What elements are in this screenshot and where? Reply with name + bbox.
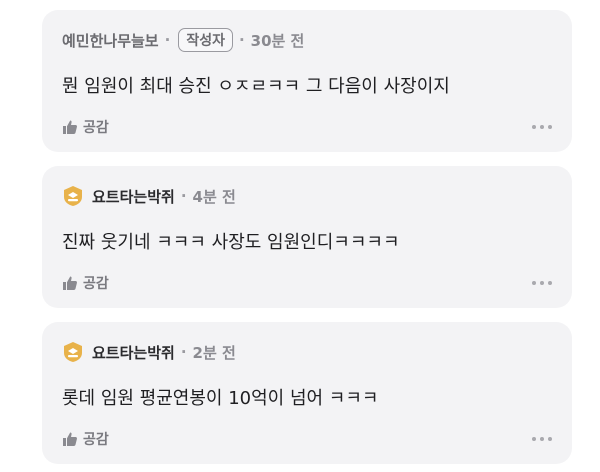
separator-dot: · [164,31,171,49]
level-badge-icon [64,342,82,362]
separator-dot: · [238,31,245,49]
separator-dot: · [180,343,187,361]
comment-meta: 예민한나무늘보 · 작성자 · 30분 전 [62,28,304,52]
separator-dot: · [180,187,187,205]
author-badge: 작성자 [178,28,233,52]
thumbs-up-icon [63,432,77,446]
like-label: 공감 [83,432,109,448]
thumbs-up-icon [63,276,77,290]
level-badge-icon [64,186,82,206]
like-label: 공감 [83,120,109,136]
comment-time: 2분 전 [192,343,236,362]
comment-meta: 요트타는박쥐 · 2분 전 [62,340,236,364]
comment-time: 4분 전 [192,187,236,206]
like-button[interactable]: 공감 [62,117,109,137]
like-button[interactable]: 공감 [62,429,109,449]
comment-author[interactable]: 요트타는박쥐 [92,186,175,207]
comment-text: 진짜 웃기네 ㅋㅋㅋ 사장도 임원인디ㅋㅋㅋㅋ [62,232,400,253]
like-label: 공감 [83,276,109,292]
comment-author[interactable]: 요트타는박쥐 [92,342,175,363]
comment-time: 30분 전 [250,31,305,50]
comment-meta: 요트타는박쥐 · 4분 전 [62,184,236,208]
comment-thread: 예민한나무늘보 · 작성자 · 30분 전 뭔 임원이 최대 승진 ㅇㅈㄹㅋㅋ … [0,0,600,472]
comment-card: 요트타는박쥐 · 4분 전 진짜 웃기네 ㅋㅋㅋ 사장도 임원인디ㅋㅋㅋㅋ 공감 [42,166,572,308]
comment-card: 요트타는박쥐 · 2분 전 롯데 임원 평균연봉이 10억이 넘어 ㅋㅋㅋ 공감 [42,322,572,464]
comment-footer: 공감 [62,272,554,294]
like-button[interactable]: 공감 [62,273,109,293]
comment-footer: 공감 [62,428,554,450]
more-options-icon[interactable] [530,277,554,289]
comment-card: 예민한나무늘보 · 작성자 · 30분 전 뭔 임원이 최대 승진 ㅇㅈㄹㅋㅋ … [42,10,572,152]
thumbs-up-icon [63,120,77,134]
comment-text: 롯데 임원 평균연봉이 10억이 넘어 ㅋㅋㅋ [62,388,379,409]
comment-footer: 공감 [62,116,554,138]
more-options-icon[interactable] [530,433,554,445]
more-options-icon[interactable] [530,121,554,133]
comment-author[interactable]: 예민한나무늘보 [62,30,159,51]
comment-text: 뭔 임원이 최대 승진 ㅇㅈㄹㅋㅋ 그 다음이 사장이지 [62,76,450,97]
